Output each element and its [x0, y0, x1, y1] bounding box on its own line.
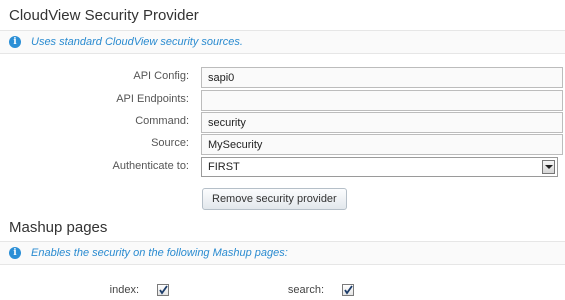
mashup-page-label-index: index: — [109, 284, 139, 296]
mashup-page-label-search: search: — [287, 284, 324, 296]
check-icon — [344, 285, 353, 295]
api-endpoints-input[interactable] — [201, 90, 563, 111]
source-row: Source: — [0, 134, 565, 156]
mashup-page-checkbox-index[interactable] — [157, 284, 169, 296]
info-icon: i — [9, 247, 21, 259]
api-endpoints-label: API Endpoints: — [116, 93, 189, 105]
authenticate-select[interactable]: FIRST — [201, 157, 558, 177]
api-config-input[interactable] — [201, 67, 563, 88]
authenticate-label: Authenticate to: — [112, 160, 189, 172]
mashup-info-bar: i Enables the security on the following … — [0, 241, 565, 265]
security-info-bar: i Uses standard CloudView security sourc… — [0, 30, 565, 54]
api-config-label: API Config: — [133, 70, 189, 82]
mashup-page-checkbox-search[interactable] — [342, 284, 354, 296]
security-settings-page: CloudView Security Provider i Uses stand… — [0, 0, 565, 300]
chevron-down-icon[interactable] — [542, 160, 555, 174]
security-info-text: Uses standard CloudView security sources… — [31, 36, 243, 48]
authenticate-row: Authenticate to: FIRST — [0, 157, 565, 179]
api-config-row: API Config: — [0, 67, 565, 89]
check-icon — [159, 285, 168, 295]
info-icon: i — [9, 36, 21, 48]
command-row: Command: — [0, 112, 565, 134]
source-input[interactable] — [201, 134, 563, 155]
command-input[interactable] — [201, 112, 563, 133]
source-label: Source: — [151, 137, 189, 149]
authenticate-selected-value: FIRST — [208, 161, 240, 173]
remove-security-provider-button[interactable]: Remove security provider — [202, 188, 347, 210]
command-label: Command: — [135, 115, 189, 127]
api-endpoints-row: API Endpoints: — [0, 90, 565, 112]
security-provider-title: CloudView Security Provider — [9, 7, 199, 24]
mashup-info-text: Enables the security on the following Ma… — [31, 247, 288, 259]
mashup-pages-title: Mashup pages — [9, 219, 108, 236]
